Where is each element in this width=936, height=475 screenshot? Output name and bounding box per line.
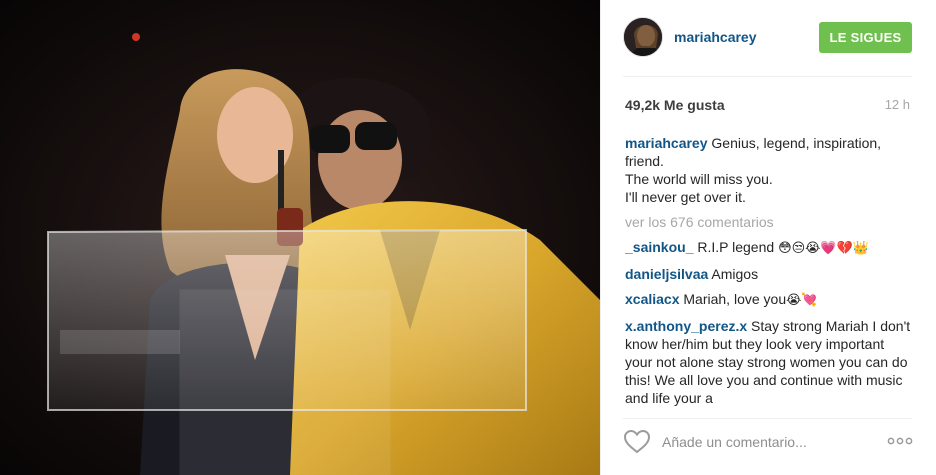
post-photo[interactable] [0, 0, 600, 475]
list-item: danieljsilvaa Amigos [625, 265, 913, 283]
more-options-icon[interactable] [887, 433, 913, 449]
post-timestamp[interactable]: 12 h [885, 97, 910, 112]
view-all-comments-link[interactable]: ver los 676 comentarios [625, 213, 913, 231]
likes-row: 49,2k Me gusta 12 h [625, 97, 910, 115]
post-sidebar: mariahcarey LE SIGUES 49,2k Me gusta 12 … [600, 0, 936, 475]
comments-list[interactable]: mariahcarey Genius, legend, inspiration,… [625, 134, 913, 408]
comment-bar [601, 419, 936, 475]
comment-username[interactable]: x.anthony_perez.x [625, 318, 747, 334]
comment-username[interactable]: danieljsilvaa [625, 266, 708, 282]
avatar[interactable] [623, 17, 663, 57]
comment-text: R.I.P legend [697, 239, 775, 255]
comment-emojis: 😳😒😭💗💔👑 [778, 241, 869, 256]
following-button[interactable]: LE SIGUES [819, 22, 912, 53]
caption-text-line2: The world will miss you. [625, 171, 773, 187]
caption: mariahcarey Genius, legend, inspiration,… [625, 134, 913, 206]
caption-text-line3: I'll never get over it. [625, 189, 746, 205]
avatar-image [624, 18, 662, 56]
caption-username[interactable]: mariahcarey [625, 135, 708, 151]
list-item: x.anthony_perez.x Stay strong Mariah I d… [625, 317, 913, 407]
list-item: xcaliacx Mariah, love you😭💘 [625, 290, 913, 310]
heart-icon[interactable] [623, 429, 653, 455]
post-author-username[interactable]: mariahcarey [674, 29, 757, 45]
comment-text: Mariah, love you [683, 291, 787, 307]
post-photo-illustration [0, 0, 600, 475]
comment-emojis: 😭💘 [786, 293, 818, 308]
likes-count[interactable]: 49,2k Me gusta [625, 97, 725, 113]
comment-username[interactable]: _sainkou_ [625, 239, 693, 255]
comment-username[interactable]: xcaliacx [625, 291, 680, 307]
comment-input[interactable] [662, 431, 862, 453]
post-header: mariahcarey LE SIGUES [601, 0, 936, 76]
list-item: _sainkou_ R.I.P legend 😳😒😭💗💔👑 [625, 238, 913, 258]
divider [623, 76, 912, 77]
comment-text: Amigos [711, 266, 759, 282]
